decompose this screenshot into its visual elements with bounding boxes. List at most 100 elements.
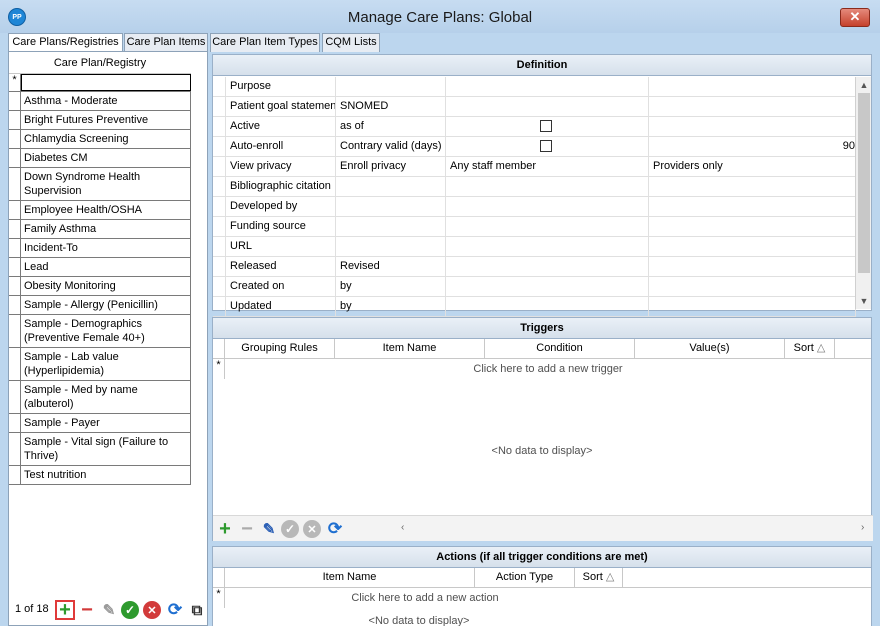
scroll-up-icon[interactable]: ▲ <box>856 77 872 93</box>
field-value[interactable] <box>446 257 649 276</box>
checkbox[interactable] <box>540 140 552 153</box>
column-header[interactable]: Item Name <box>335 339 485 358</box>
list-item[interactable]: Sample - Demographics (Preventive Female… <box>9 315 191 348</box>
care-plan-name[interactable]: Diabetes CM <box>21 149 191 167</box>
field-value[interactable] <box>446 177 649 196</box>
list-item[interactable]: Sample - Allergy (Penicillin) <box>9 296 191 315</box>
list-item[interactable]: Bright Futures Preventive <box>9 111 191 130</box>
care-plan-name[interactable]: Employee Health/OSHA <box>21 201 191 219</box>
field-value[interactable] <box>649 117 856 136</box>
tab-care-plan-item-types[interactable]: Care Plan Item Types <box>210 33 320 52</box>
list-item[interactable]: Asthma - Moderate <box>9 92 191 111</box>
add-trigger-row[interactable]: * Click here to add a new trigger <box>213 359 871 379</box>
column-header[interactable]: Item Name <box>225 568 475 587</box>
list-item[interactable]: Test nutrition <box>9 466 191 485</box>
edit-icon[interactable]: ✎ <box>99 600 119 620</box>
field-value[interactable] <box>649 77 856 96</box>
scroll-left-icon[interactable]: ‹ <box>401 522 404 533</box>
accept-icon[interactable]: ✓ <box>281 520 299 538</box>
edit-icon[interactable]: ✎ <box>259 519 279 539</box>
field-value[interactable] <box>649 257 856 276</box>
field-value[interactable]: Providers only <box>649 157 856 176</box>
care-plan-name[interactable]: Test nutrition <box>21 466 191 484</box>
tab-care-plan-items[interactable]: Care Plan Items <box>124 33 208 52</box>
care-plan-name[interactable]: Chlamydia Screening <box>21 130 191 148</box>
field-value[interactable] <box>336 237 446 256</box>
add-icon[interactable]: + <box>55 599 75 621</box>
refresh-icon[interactable]: ⟳ <box>325 519 345 539</box>
list-item[interactable]: Sample - Vital sign (Failure to Thrive) <box>9 433 191 466</box>
care-plan-name[interactable]: Sample - Med by name (albuterol) <box>21 381 191 413</box>
field-value[interactable] <box>446 97 649 116</box>
care-plan-name[interactable]: Down Syndrome Health Supervision <box>21 168 191 200</box>
field-value[interactable] <box>649 297 856 316</box>
column-header[interactable]: Grouping Rules <box>225 339 335 358</box>
field-value[interactable] <box>446 297 649 316</box>
list-item[interactable]: Sample - Med by name (albuterol) <box>9 381 191 414</box>
list-item[interactable]: Sample - Payer <box>9 414 191 433</box>
field-value[interactable]: by <box>336 297 446 316</box>
column-header[interactable]: Action Type <box>475 568 575 587</box>
care-plan-name[interactable]: Bright Futures Preventive <box>21 111 191 129</box>
copy-icon[interactable]: ⧉ <box>187 600 207 620</box>
list-item[interactable]: Incident-To <box>9 239 191 258</box>
field-value[interactable]: Revised <box>336 257 446 276</box>
new-row[interactable]: * <box>9 74 191 92</box>
add-action-row[interactable]: * Click here to add a new action <box>213 588 625 608</box>
field-value[interactable] <box>446 237 649 256</box>
definition-scrollbar[interactable]: ▲ ▼ <box>855 77 871 309</box>
add-icon[interactable]: + <box>215 518 235 540</box>
cancel-icon[interactable]: ✕ <box>143 601 161 619</box>
care-plan-name[interactable]: Asthma - Moderate <box>21 92 191 110</box>
cancel-icon[interactable]: ✕ <box>303 520 321 538</box>
add-trigger-hint[interactable]: Click here to add a new trigger <box>225 359 871 379</box>
care-plan-name[interactable]: Sample - Allergy (Penicillin) <box>21 296 191 314</box>
field-value[interactable] <box>649 217 856 236</box>
checkbox[interactable] <box>540 120 552 133</box>
field-value[interactable]: Any staff member <box>446 157 649 176</box>
field-value[interactable] <box>649 197 856 216</box>
sort-column-header[interactable]: Sort △ <box>785 339 835 358</box>
field-value[interactable] <box>336 197 446 216</box>
tab-care-plans-registries[interactable]: Care Plans/Registries <box>8 33 123 53</box>
care-plan-name[interactable]: Sample - Lab value (Hyperlipidemia) <box>21 348 191 380</box>
care-plan-column-header[interactable]: Care Plan/Registry <box>9 52 191 74</box>
field-value[interactable] <box>649 177 856 196</box>
list-item[interactable]: Down Syndrome Health Supervision <box>9 168 191 201</box>
list-item[interactable]: Chlamydia Screening <box>9 130 191 149</box>
refresh-icon[interactable]: ⟳ <box>165 600 185 620</box>
field-value[interactable]: Contrary valid (days) <box>336 137 446 156</box>
field-value[interactable] <box>446 77 649 96</box>
column-header[interactable]: Value(s) <box>635 339 785 358</box>
field-value[interactable] <box>336 217 446 236</box>
sort-column-header[interactable]: Sort △ <box>575 568 623 587</box>
tab-cqm-lists[interactable]: CQM Lists <box>322 33 380 52</box>
care-plan-name[interactable]: Lead <box>21 258 191 276</box>
list-item[interactable]: Lead <box>9 258 191 277</box>
column-header[interactable]: Condition <box>485 339 635 358</box>
scroll-right-icon[interactable]: › <box>861 522 864 533</box>
care-plan-name[interactable]: Family Asthma <box>21 220 191 238</box>
field-value[interactable]: by <box>336 277 446 296</box>
field-value[interactable]: Enroll privacy <box>336 157 446 176</box>
care-plan-name[interactable]: Sample - Vital sign (Failure to Thrive) <box>21 433 191 465</box>
list-item[interactable]: Obesity Monitoring <box>9 277 191 296</box>
care-plan-name[interactable]: Obesity Monitoring <box>21 277 191 295</box>
scroll-thumb[interactable] <box>858 93 870 273</box>
field-value[interactable] <box>336 77 446 96</box>
field-value[interactable]: 90 <box>649 137 856 156</box>
field-value[interactable] <box>649 97 856 116</box>
add-action-hint[interactable]: Click here to add a new action <box>225 588 625 608</box>
field-value[interactable] <box>649 237 856 256</box>
field-value[interactable] <box>446 217 649 236</box>
care-plan-name[interactable]: Sample - Payer <box>21 414 191 432</box>
field-value[interactable] <box>446 277 649 296</box>
list-item[interactable]: Diabetes CM <box>9 149 191 168</box>
scroll-down-icon[interactable]: ▼ <box>856 293 872 309</box>
field-value[interactable]: as of <box>336 117 446 136</box>
remove-icon[interactable]: − <box>237 518 257 540</box>
field-value[interactable] <box>336 177 446 196</box>
list-item[interactable]: Family Asthma <box>9 220 191 239</box>
new-row-input[interactable] <box>21 74 191 91</box>
accept-icon[interactable]: ✓ <box>121 601 139 619</box>
